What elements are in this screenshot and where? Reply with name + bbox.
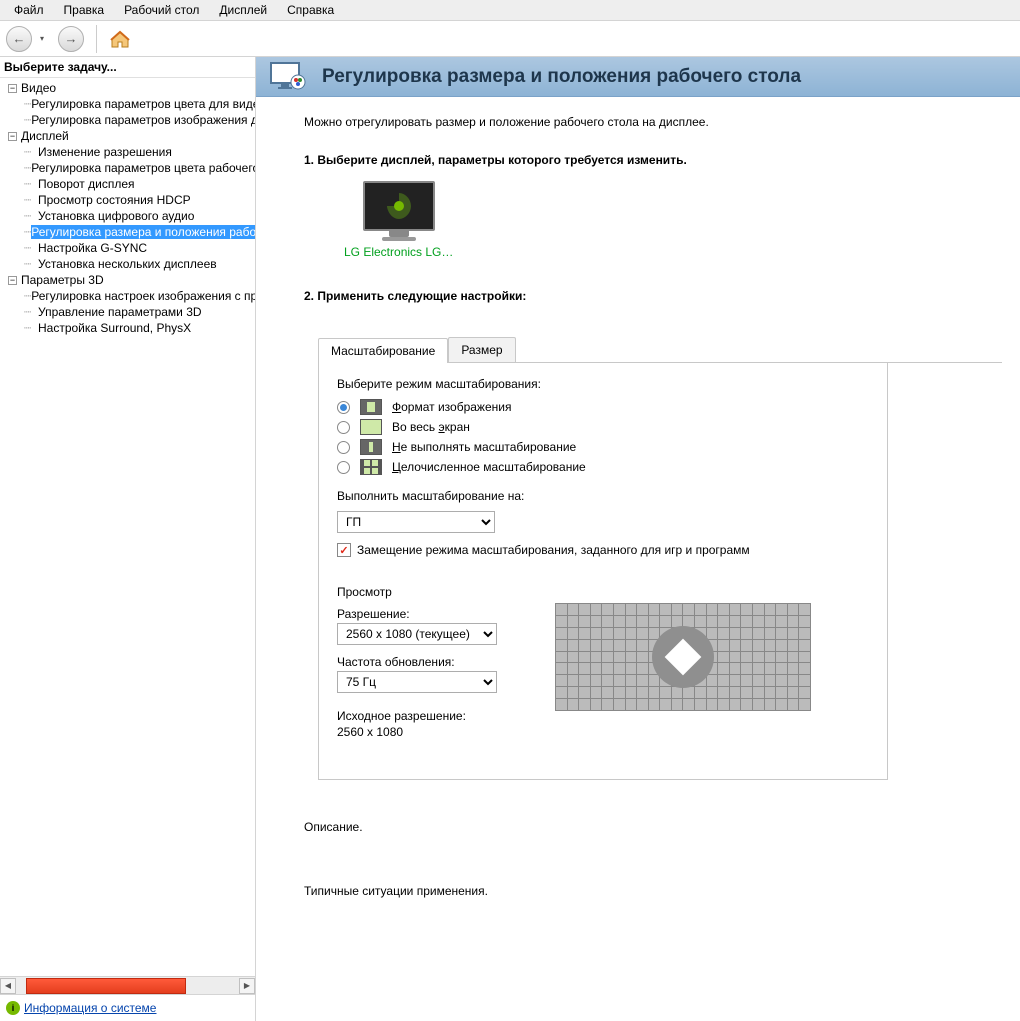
info-icon: i [6,1001,20,1015]
main-pane: Регулировка размера и положения рабочего… [256,57,1020,1021]
system-info-link-text[interactable]: Информация о системе [24,1001,156,1015]
option-fullscreen[interactable]: Во весь экран [337,419,869,435]
menu-edit[interactable]: Правка [54,1,115,19]
usage-section: Типичные ситуации применения. [304,884,1002,898]
tree-group-3d[interactable]: −Параметры 3D [0,272,255,288]
tab-size[interactable]: Размер [448,337,515,362]
description-section: Описание. [304,820,1002,834]
resolution-select[interactable]: 2560 x 1080 (текущее) [337,623,497,645]
menu-desktop[interactable]: Рабочий стол [114,1,209,19]
tree-item[interactable]: ┈Регулировка параметров цвета рабочего с… [0,160,255,176]
option-integer-scaling[interactable]: Целочисленное масштабирование [337,459,869,475]
system-info-link[interactable]: i Информация о системе [0,994,255,1021]
option-label: Не выполнять масштабирование [392,440,576,454]
option-label: Целочисленное масштабирование [392,460,586,474]
display-tile[interactable]: LG Electronics LG… [344,181,453,259]
tree-item[interactable]: ┈Поворот дисплея [0,176,255,192]
horizontal-scrollbar[interactable]: ◀ ▶ [0,976,255,994]
display-name: LG Electronics LG… [344,245,453,259]
tab-scaling[interactable]: Масштабирование [318,338,448,363]
native-res-label: Исходное разрешение: [337,709,497,723]
tree-item-selected[interactable]: ┈Регулировка размера и положения рабочег… [0,224,255,240]
display-settings-icon [270,62,308,92]
preview-label: Просмотр [337,585,869,599]
fullscreen-icon [360,419,382,435]
nvidia-control-panel: Файл Правка Рабочий стол Дисплей Справка… [0,0,1020,1021]
override-label: Замещение режима масштабирования, заданн… [357,543,750,557]
step-2-label: 2. Применить следующие настройки: [304,289,1002,303]
radio-input[interactable] [337,461,350,474]
forward-button[interactable]: → [58,26,84,52]
scroll-left-button[interactable]: ◀ [0,978,16,994]
page-titlebar: Регулировка размера и положения рабочего… [256,57,1020,97]
preview-center-target-icon [652,626,714,688]
no-scaling-icon [360,439,382,455]
monitor-icon [363,181,435,231]
toolbar: ← ▾ → [0,21,1020,57]
tree-item[interactable]: ┈Регулировка параметров изображения для … [0,112,255,128]
native-res-value: 2560 x 1080 [337,725,497,739]
tree-item[interactable]: ┈Управление параметрами 3D [0,304,255,320]
settings-tabs: Масштабирование Размер [318,337,1002,363]
tree-item[interactable]: ┈Просмотр состояния HDCP [0,192,255,208]
checkbox-checked-icon: ✓ [337,543,351,557]
tree-item[interactable]: ┈Регулировка настроек изображения с прос… [0,288,255,304]
collapse-icon[interactable]: − [8,132,17,141]
sidebar-header: Выберите задачу... [0,57,255,78]
perform-scaling-select[interactable]: ГП [337,511,495,533]
collapse-icon[interactable]: − [8,84,17,93]
scaling-mode-label: Выберите режим масштабирования: [337,377,869,391]
radio-input[interactable] [337,421,350,434]
task-tree: −Видео ┈Регулировка параметров цвета для… [0,78,255,976]
override-scaling-checkbox[interactable]: ✓ Замещение режима масштабирования, зада… [337,543,869,557]
resolution-label: Разрешение: [337,607,497,621]
menu-help[interactable]: Справка [277,1,344,19]
aspect-ratio-icon [360,399,382,415]
collapse-icon[interactable]: − [8,276,17,285]
tree-group-display[interactable]: −Дисплей [0,128,255,144]
tree-group-video[interactable]: −Видео [0,80,255,96]
scroll-right-button[interactable]: ▶ [239,978,255,994]
refresh-rate-select[interactable]: 75 Гц [337,671,497,693]
perform-scaling-label: Выполнить масштабирование на: [337,489,869,503]
page-title: Регулировка размера и положения рабочего… [322,66,801,88]
option-no-scaling[interactable]: Не выполнять масштабирование [337,439,869,455]
menu-file[interactable]: Файл [4,1,54,19]
radio-input[interactable] [337,401,350,414]
tree-item[interactable]: ┈Установка цифрового аудио [0,208,255,224]
tree-item[interactable]: ┈Изменение разрешения [0,144,255,160]
back-button[interactable]: ← [6,26,32,52]
scaling-preview-graphic [555,603,811,711]
integer-scaling-icon [360,459,382,475]
option-label: Во весь экран [392,420,470,434]
tree-item[interactable]: ┈Установка нескольких дисплеев [0,256,255,272]
tree-item[interactable]: ┈Настройка G-SYNC [0,240,255,256]
option-label: Формат изображения [392,400,511,414]
sidebar: Выберите задачу... −Видео ┈Регулировка п… [0,57,256,1021]
page-intro: Можно отрегулировать размер и положение … [304,115,1002,129]
step-1-label: 1. Выберите дисплей, параметры которого … [304,153,1002,167]
radio-input[interactable] [337,441,350,454]
tree-item[interactable]: ┈Настройка Surround, PhysX [0,320,255,336]
menu-display[interactable]: Дисплей [209,1,277,19]
scroll-thumb[interactable] [26,978,186,994]
menubar: Файл Правка Рабочий стол Дисплей Справка [0,0,1020,21]
toolbar-separator [96,25,97,53]
option-aspect-ratio[interactable]: Формат изображения [337,399,869,415]
scroll-track[interactable] [16,978,239,994]
home-button[interactable] [109,29,131,49]
back-history-dropdown[interactable]: ▾ [40,34,50,43]
refresh-label: Частота обновления: [337,655,497,669]
tab-scaling-pane: Выберите режим масштабирования: Формат и… [318,363,888,780]
tree-item[interactable]: ┈Регулировка параметров цвета для видео [0,96,255,112]
